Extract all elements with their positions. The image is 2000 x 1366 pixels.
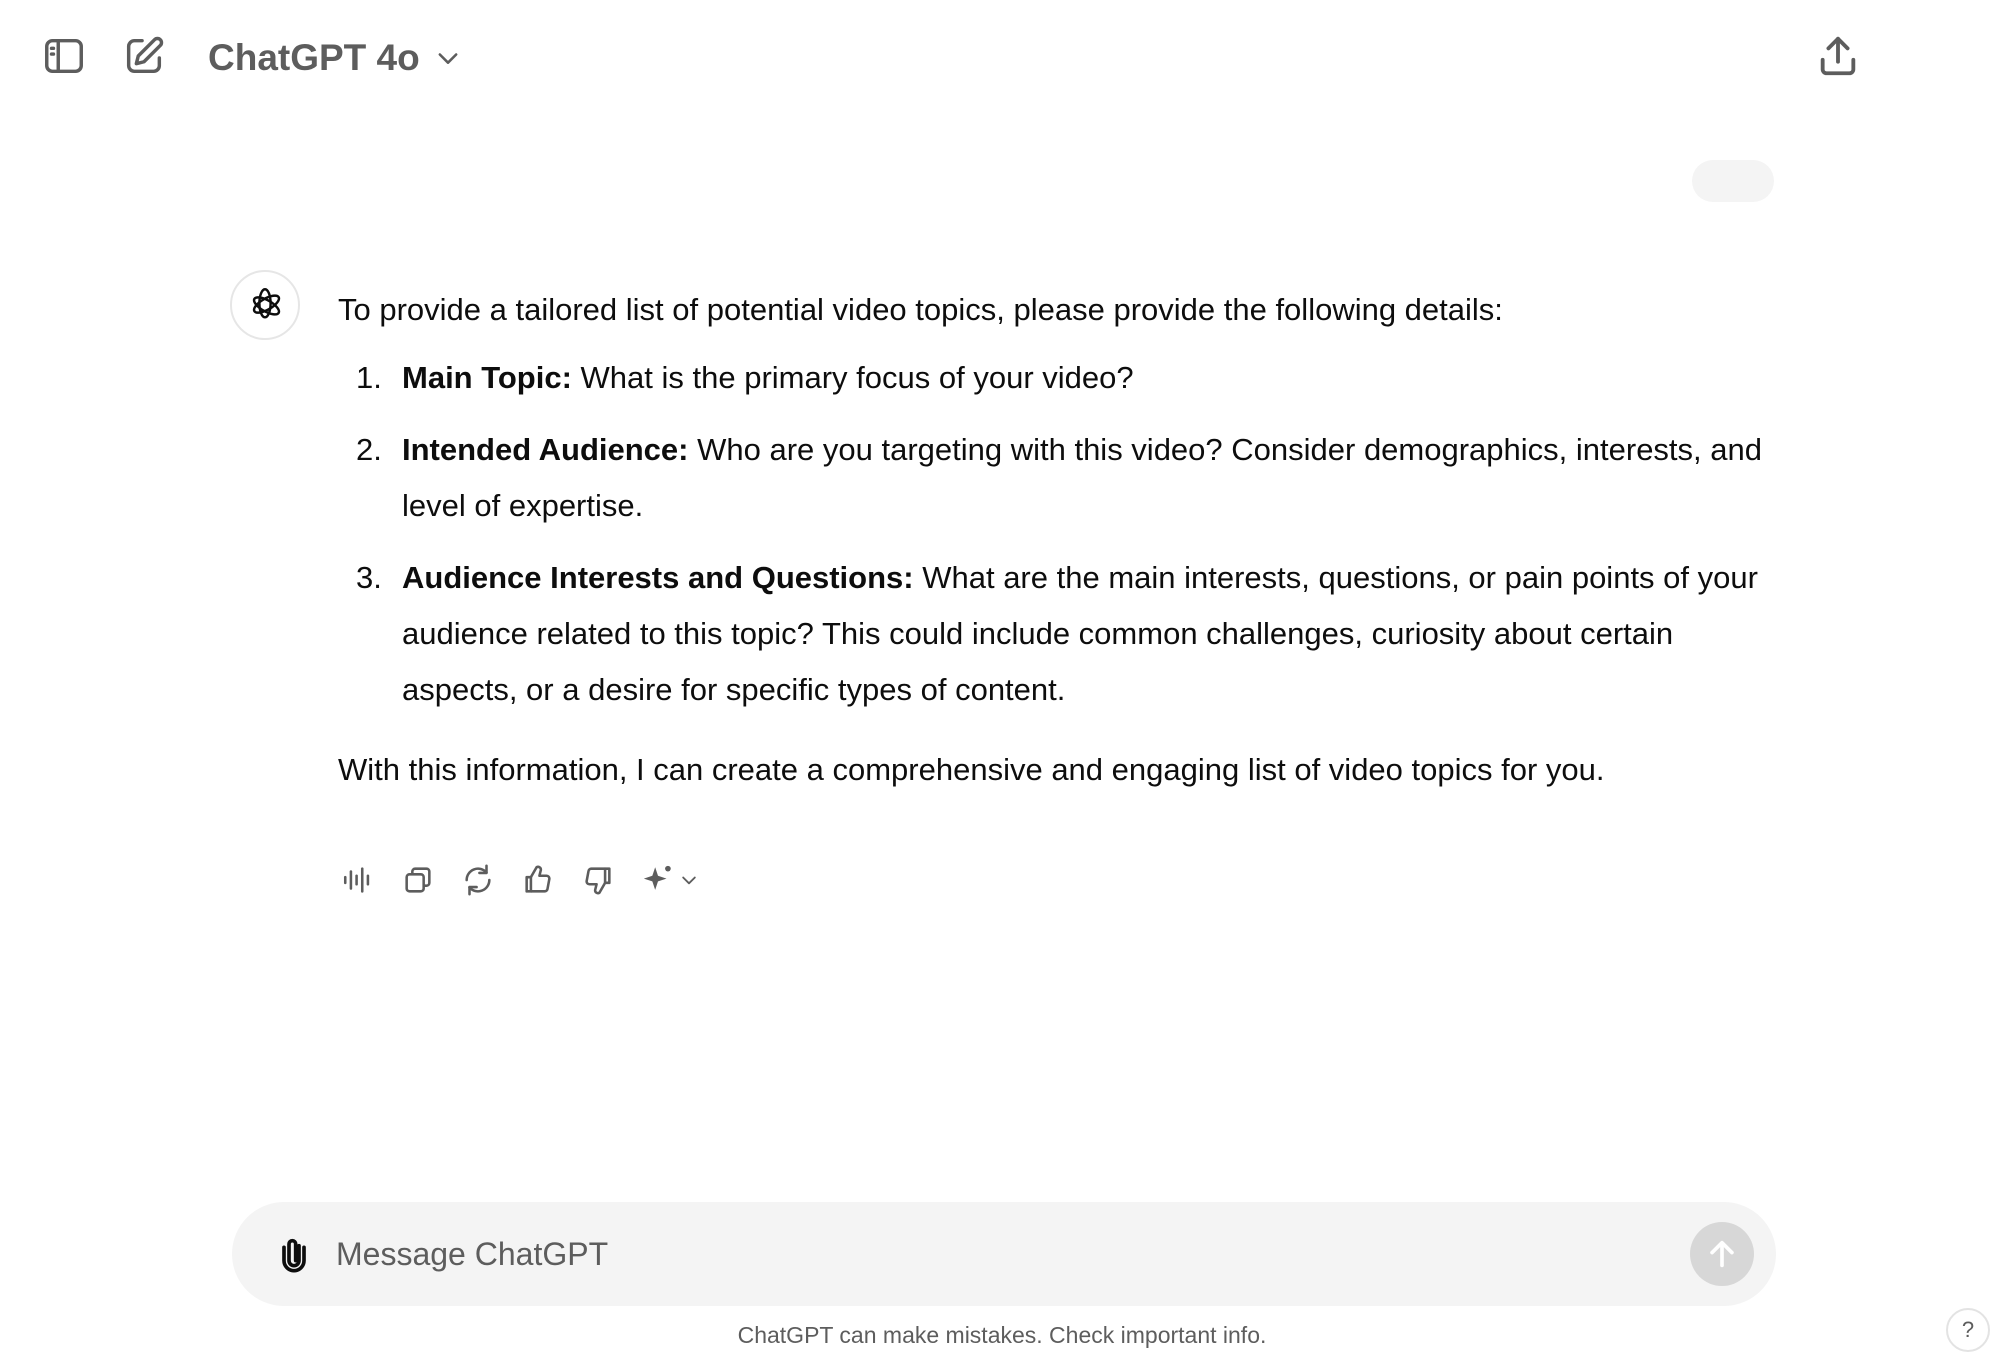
attach-button[interactable] <box>268 1228 320 1280</box>
share-button[interactable] <box>1806 24 1870 88</box>
list-item-title: Main Topic: <box>402 360 572 395</box>
regenerate-icon <box>465 864 491 896</box>
message-actions <box>338 856 702 904</box>
arrow-up-icon <box>1710 1240 1734 1268</box>
model-switcher[interactable]: ChatGPT 4o <box>196 30 474 86</box>
chevron-down-icon <box>682 876 696 885</box>
switch-model-button[interactable] <box>638 856 702 904</box>
details-list: 1. Main Topic: What is the primary focus… <box>338 350 1778 718</box>
sidebar-icon <box>45 38 83 74</box>
assistant-message: To provide a tailored list of potential … <box>338 282 1778 798</box>
paperclip-icon <box>282 1238 306 1273</box>
list-item-title: Intended Audience: <box>402 432 689 467</box>
list-item-number: 1. <box>356 360 382 395</box>
top-bar: ChatGPT 4o <box>0 0 2000 112</box>
assistant-outro: With this information, I can create a co… <box>338 752 1605 787</box>
edit-icon <box>126 36 164 74</box>
chevron-down-icon <box>438 53 458 64</box>
copy-button[interactable] <box>398 856 438 904</box>
list-item-number: 3. <box>356 560 382 595</box>
list-item-number: 2. <box>356 432 382 467</box>
regenerate-button[interactable] <box>458 856 498 904</box>
message-composer <box>232 1202 1776 1306</box>
read-aloud-icon <box>343 867 370 893</box>
list-item-title: Audience Interests and Questions: <box>402 560 914 595</box>
send-button[interactable] <box>1690 1222 1754 1286</box>
disclaimer-text: ChatGPT can make mistakes. Check importa… <box>737 1322 1267 1348</box>
help-button[interactable]: ? <box>1946 1308 1990 1352</box>
share-icon <box>1820 36 1856 76</box>
new-chat-button[interactable] <box>112 24 176 88</box>
list-item: 1. Main Topic: What is the primary focus… <box>338 350 1778 406</box>
model-name: ChatGPT 4o <box>208 37 420 78</box>
list-item: 3. Audience Interests and Questions: Wha… <box>338 550 1778 718</box>
user-message-bubble <box>1692 160 1774 202</box>
thumbs-up-icon <box>525 865 551 893</box>
openai-logo-icon <box>252 288 281 319</box>
chat-app: ChatGPT 4o To provide a tailored list of <box>0 0 2000 1366</box>
thumbs-down-button[interactable] <box>578 856 618 904</box>
read-aloud-button[interactable] <box>338 856 378 904</box>
copy-icon <box>405 867 431 893</box>
sparkle-icon <box>643 865 671 890</box>
thumbs-up-button[interactable] <box>518 856 558 904</box>
thumbs-down-icon <box>585 867 611 895</box>
assistant-avatar <box>230 270 300 340</box>
message-input[interactable] <box>336 1224 1596 1284</box>
list-item-text: What is the primary focus of your video? <box>571 360 1134 395</box>
sidebar-toggle-button[interactable] <box>32 24 96 88</box>
list-item: 2. Intended Audience: Who are you target… <box>338 422 1778 534</box>
assistant-intro: To provide a tailored list of potential … <box>338 292 1503 327</box>
